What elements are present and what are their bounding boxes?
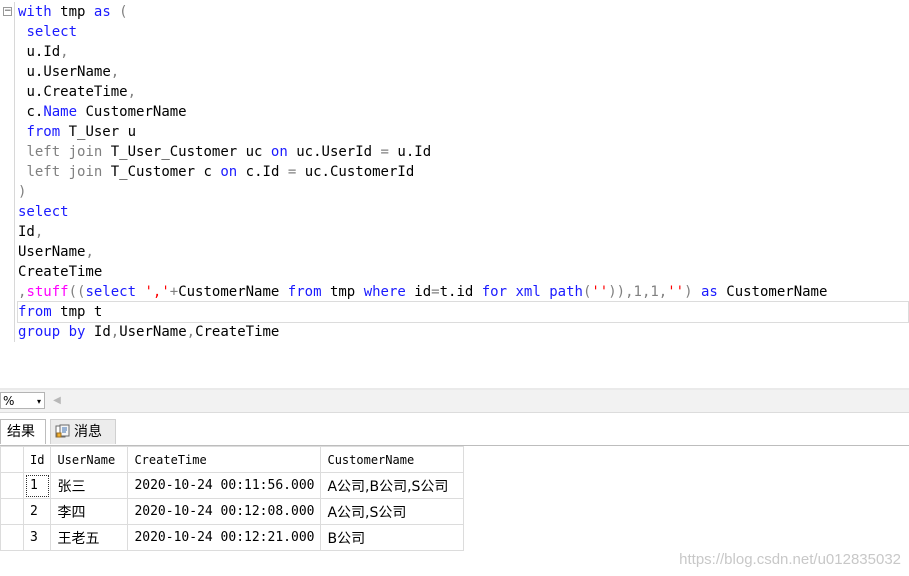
grid-cell[interactable]: 王老五 <box>50 524 129 551</box>
tab-results[interactable]: 结果 <box>0 419 46 444</box>
code-line: c.Name CustomerName <box>26 104 187 120</box>
code-line: u.Id, <box>26 44 69 60</box>
code-line: select <box>26 24 78 40</box>
code-line: from tmp t <box>17 301 909 323</box>
grid-corner[interactable] <box>0 446 24 473</box>
row-header[interactable] <box>0 524 24 551</box>
grid-header-row: Id UserName CreateTime CustomerName <box>0 446 465 473</box>
code-line: left join T_User_Customer uc on uc.UserI… <box>26 144 432 160</box>
sql-editor[interactable]: − with tmp as ( select u.Id, u.UserName,… <box>0 0 909 388</box>
watermark: https://blog.csdn.net/u012835032 <box>679 551 901 568</box>
zoom-bar: % ▾ <box>0 390 909 413</box>
code-line: with tmp as ( <box>18 4 128 20</box>
tab-results-label: 结果 <box>7 424 35 440</box>
code-line: left join T_Customer c on c.Id = uc.Cust… <box>26 164 415 180</box>
grid-cell[interactable]: B公司 <box>320 524 465 551</box>
code-line: CreateTime <box>18 264 103 280</box>
grid-cell[interactable]: 3 <box>22 524 52 551</box>
row-header[interactable] <box>0 498 24 525</box>
code-line: Id, <box>18 224 44 240</box>
fold-guide <box>14 2 15 342</box>
code-line: u.CreateTime, <box>26 84 137 100</box>
column-header[interactable]: CustomerName <box>320 446 465 473</box>
tab-messages[interactable]: 消息 <box>50 419 116 444</box>
row-header[interactable] <box>0 472 24 499</box>
column-header[interactable]: Id <box>22 446 52 473</box>
grid-cell[interactable]: 2020-10-24 00:12:21.000 <box>127 524 322 551</box>
grid-cell[interactable]: 2 <box>22 498 52 525</box>
grid-cell[interactable]: 1 <box>22 472 52 499</box>
messages-icon <box>55 423 70 438</box>
grid-cell[interactable]: 张三 <box>50 472 129 499</box>
code-line: select <box>18 204 69 220</box>
table-row: 3 王老五 2020-10-24 00:12:21.000 B公司 <box>0 524 465 551</box>
results-grid[interactable]: Id UserName CreateTime CustomerName 1 张三… <box>0 446 465 551</box>
zoom-value: % <box>3 394 15 408</box>
results-tabs: 结果 消息 <box>0 419 909 446</box>
column-header[interactable]: CreateTime <box>127 446 322 473</box>
chevron-down-icon: ▾ <box>36 397 41 406</box>
code-line: ,stuff((select ','+CustomerName from tmp… <box>18 284 828 300</box>
grid-cell[interactable]: 李四 <box>50 498 129 525</box>
code-line: from T_User u <box>26 124 137 140</box>
zoom-select[interactable]: % ▾ <box>0 392 45 409</box>
collapse-icon[interactable]: − <box>3 7 12 16</box>
tab-messages-label: 消息 <box>74 424 102 440</box>
scroll-left-icon[interactable]: ◀ <box>50 394 64 408</box>
code-line: group by Id,UserName,CreateTime <box>18 324 280 340</box>
code-line: UserName, <box>18 244 94 260</box>
code-line: ) <box>18 184 27 200</box>
code-line: u.UserName, <box>26 64 120 80</box>
table-row: 2 李四 2020-10-24 00:12:08.000 A公司,S公司 <box>0 498 465 525</box>
column-header[interactable]: UserName <box>50 446 129 473</box>
grid-cell[interactable]: A公司,B公司,S公司 <box>320 472 465 499</box>
grid-cell[interactable]: 2020-10-24 00:12:08.000 <box>127 498 322 525</box>
table-row: 1 张三 2020-10-24 00:11:56.000 A公司,B公司,S公司 <box>0 472 465 499</box>
grid-cell[interactable]: A公司,S公司 <box>320 498 465 525</box>
grid-cell[interactable]: 2020-10-24 00:11:56.000 <box>127 472 322 499</box>
